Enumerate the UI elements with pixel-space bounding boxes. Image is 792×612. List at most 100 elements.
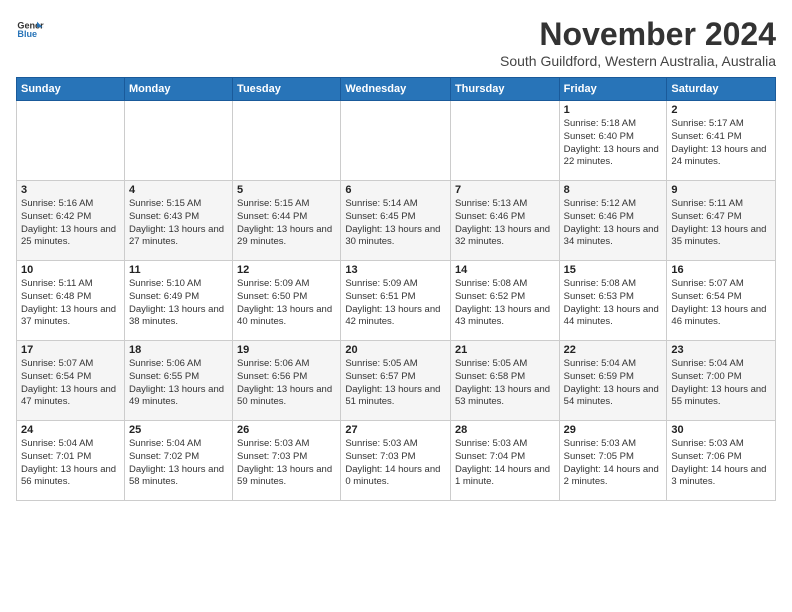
calendar-day-cell: 8 Sunrise: 5:12 AM Sunset: 6:46 PM Daylig… — [559, 181, 667, 261]
day-info: Sunrise: 5:14 AM Sunset: 6:45 PM Dayligh… — [345, 198, 446, 249]
calendar-day-cell: 21 Sunrise: 5:05 AM Sunset: 6:58 PM Dayli… — [450, 341, 559, 421]
day-info: Sunrise: 5:03 AM Sunset: 7:05 PM Dayligh… — [564, 438, 663, 489]
calendar-day-cell: 1 Sunrise: 5:18 AM Sunset: 6:40 PM Daylig… — [559, 101, 667, 181]
subtitle: South Guildford, Western Australia, Aust… — [500, 53, 776, 69]
day-number: 13 — [345, 264, 446, 276]
day-number: 12 — [237, 264, 336, 276]
day-info: Sunrise: 5:11 AM Sunset: 6:47 PM Dayligh… — [671, 198, 771, 249]
day-info: Sunrise: 5:06 AM Sunset: 6:56 PM Dayligh… — [237, 358, 336, 409]
day-info: Sunrise: 5:09 AM Sunset: 6:50 PM Dayligh… — [237, 278, 336, 329]
calendar-day-cell: 12 Sunrise: 5:09 AM Sunset: 6:50 PM Dayli… — [233, 261, 341, 341]
calendar-day-cell: 27 Sunrise: 5:03 AM Sunset: 7:03 PM Dayli… — [341, 421, 451, 501]
calendar-day-cell — [124, 101, 232, 181]
day-number: 4 — [129, 184, 228, 196]
calendar-week-row: 24 Sunrise: 5:04 AM Sunset: 7:01 PM Dayli… — [17, 421, 776, 501]
day-info: Sunrise: 5:07 AM Sunset: 6:54 PM Dayligh… — [671, 278, 771, 329]
day-number: 21 — [455, 344, 555, 356]
calendar-day-cell: 6 Sunrise: 5:14 AM Sunset: 6:45 PM Daylig… — [341, 181, 451, 261]
day-number: 5 — [237, 184, 336, 196]
calendar-header-cell: Sunday — [17, 78, 125, 101]
calendar-week-row: 3 Sunrise: 5:16 AM Sunset: 6:42 PM Daylig… — [17, 181, 776, 261]
calendar-table: SundayMondayTuesdayWednesdayThursdayFrid… — [16, 77, 776, 501]
day-number: 27 — [345, 424, 446, 436]
calendar-header-cell: Tuesday — [233, 78, 341, 101]
calendar-day-cell: 20 Sunrise: 5:05 AM Sunset: 6:57 PM Dayli… — [341, 341, 451, 421]
day-number: 23 — [671, 344, 771, 356]
day-info: Sunrise: 5:16 AM Sunset: 6:42 PM Dayligh… — [21, 198, 120, 249]
day-number: 6 — [345, 184, 446, 196]
calendar-day-cell: 9 Sunrise: 5:11 AM Sunset: 6:47 PM Daylig… — [667, 181, 776, 261]
header: General Blue November 2024 South Guildfo… — [16, 16, 776, 69]
calendar-day-cell: 25Sunrise: 5:04 AM Sunset: 7:02 PM Dayli… — [124, 421, 232, 501]
day-info: Sunrise: 5:09 AM Sunset: 6:51 PM Dayligh… — [345, 278, 446, 329]
day-info: Sunrise: 5:11 AM Sunset: 6:48 PM Dayligh… — [21, 278, 120, 329]
day-number: 25 — [129, 424, 228, 436]
calendar-day-cell: 23 Sunrise: 5:04 AM Sunset: 7:00 PM Dayli… — [667, 341, 776, 421]
day-number: 28 — [455, 424, 555, 436]
day-number: 26 — [237, 424, 336, 436]
calendar-day-cell — [233, 101, 341, 181]
calendar-header-cell: Monday — [124, 78, 232, 101]
calendar-day-cell: 2 Sunrise: 5:17 AM Sunset: 6:41 PM Daylig… — [667, 101, 776, 181]
calendar-header-cell: Saturday — [667, 78, 776, 101]
calendar-day-cell — [341, 101, 451, 181]
day-info: Sunrise: 5:15 AM Sunset: 6:44 PM Dayligh… — [237, 198, 336, 249]
day-number: 16 — [671, 264, 771, 276]
calendar-day-cell: 4Sunrise: 5:15 AM Sunset: 6:43 PM Daylig… — [124, 181, 232, 261]
day-number: 19 — [237, 344, 336, 356]
calendar-day-cell: 14Sunrise: 5:08 AM Sunset: 6:52 PM Dayli… — [450, 261, 559, 341]
calendar-week-row: 17Sunrise: 5:07 AM Sunset: 6:54 PM Dayli… — [17, 341, 776, 421]
day-info: Sunrise: 5:18 AM Sunset: 6:40 PM Dayligh… — [564, 118, 663, 169]
calendar-day-cell — [450, 101, 559, 181]
calendar-header-cell: Wednesday — [341, 78, 451, 101]
calendar-day-cell: 13 Sunrise: 5:09 AM Sunset: 6:51 PM Dayli… — [341, 261, 451, 341]
day-number: 29 — [564, 424, 663, 436]
calendar-day-cell: 26 Sunrise: 5:03 AM Sunset: 7:03 PM Dayli… — [233, 421, 341, 501]
day-number: 1 — [564, 104, 663, 116]
calendar-day-cell: 5 Sunrise: 5:15 AM Sunset: 6:44 PM Daylig… — [233, 181, 341, 261]
day-info: Sunrise: 5:03 AM Sunset: 7:06 PM Dayligh… — [671, 438, 771, 489]
day-number: 8 — [564, 184, 663, 196]
calendar-body: 1 Sunrise: 5:18 AM Sunset: 6:40 PM Daylig… — [17, 101, 776, 501]
calendar-day-cell: 10 Sunrise: 5:11 AM Sunset: 6:48 PM Dayli… — [17, 261, 125, 341]
month-title: November 2024 — [500, 16, 776, 53]
calendar-day-cell — [17, 101, 125, 181]
day-info: Sunrise: 5:04 AM Sunset: 6:59 PM Dayligh… — [564, 358, 663, 409]
day-number: 3 — [21, 184, 120, 196]
day-info: Sunrise: 5:10 AM Sunset: 6:49 PM Dayligh… — [129, 278, 228, 329]
day-number: 15 — [564, 264, 663, 276]
calendar-day-cell: 11Sunrise: 5:10 AM Sunset: 6:49 PM Dayli… — [124, 261, 232, 341]
calendar-day-cell: 18Sunrise: 5:06 AM Sunset: 6:55 PM Dayli… — [124, 341, 232, 421]
day-info: Sunrise: 5:03 AM Sunset: 7:03 PM Dayligh… — [237, 438, 336, 489]
calendar-day-cell: 16 Sunrise: 5:07 AM Sunset: 6:54 PM Dayli… — [667, 261, 776, 341]
calendar-week-row: 1 Sunrise: 5:18 AM Sunset: 6:40 PM Daylig… — [17, 101, 776, 181]
calendar-day-cell: 19 Sunrise: 5:06 AM Sunset: 6:56 PM Dayli… — [233, 341, 341, 421]
day-number: 20 — [345, 344, 446, 356]
calendar-header-cell: Thursday — [450, 78, 559, 101]
day-info: Sunrise: 5:05 AM Sunset: 6:58 PM Dayligh… — [455, 358, 555, 409]
day-number: 10 — [21, 264, 120, 276]
day-info: Sunrise: 5:03 AM Sunset: 7:03 PM Dayligh… — [345, 438, 446, 489]
day-info: Sunrise: 5:08 AM Sunset: 6:52 PM Dayligh… — [455, 278, 555, 329]
day-info: Sunrise: 5:04 AM Sunset: 7:00 PM Dayligh… — [671, 358, 771, 409]
day-number: 24 — [21, 424, 120, 436]
day-info: Sunrise: 5:17 AM Sunset: 6:41 PM Dayligh… — [671, 118, 771, 169]
calendar-header-cell: Friday — [559, 78, 667, 101]
day-number: 9 — [671, 184, 771, 196]
day-info: Sunrise: 5:12 AM Sunset: 6:46 PM Dayligh… — [564, 198, 663, 249]
calendar-day-cell: 24 Sunrise: 5:04 AM Sunset: 7:01 PM Dayli… — [17, 421, 125, 501]
logo-icon: General Blue — [16, 16, 44, 44]
day-number: 2 — [671, 104, 771, 116]
title-area: November 2024 South Guildford, Western A… — [500, 16, 776, 69]
calendar-day-cell: 17Sunrise: 5:07 AM Sunset: 6:54 PM Dayli… — [17, 341, 125, 421]
day-info: Sunrise: 5:05 AM Sunset: 6:57 PM Dayligh… — [345, 358, 446, 409]
day-info: Sunrise: 5:13 AM Sunset: 6:46 PM Dayligh… — [455, 198, 555, 249]
calendar-day-cell: 15Sunrise: 5:08 AM Sunset: 6:53 PM Dayli… — [559, 261, 667, 341]
svg-text:Blue: Blue — [17, 29, 37, 39]
logo: General Blue — [16, 16, 44, 44]
day-info: Sunrise: 5:07 AM Sunset: 6:54 PM Dayligh… — [21, 358, 120, 409]
day-info: Sunrise: 5:04 AM Sunset: 7:01 PM Dayligh… — [21, 438, 120, 489]
calendar-day-cell: 7Sunrise: 5:13 AM Sunset: 6:46 PM Daylig… — [450, 181, 559, 261]
day-number: 22 — [564, 344, 663, 356]
calendar-week-row: 10 Sunrise: 5:11 AM Sunset: 6:48 PM Dayli… — [17, 261, 776, 341]
